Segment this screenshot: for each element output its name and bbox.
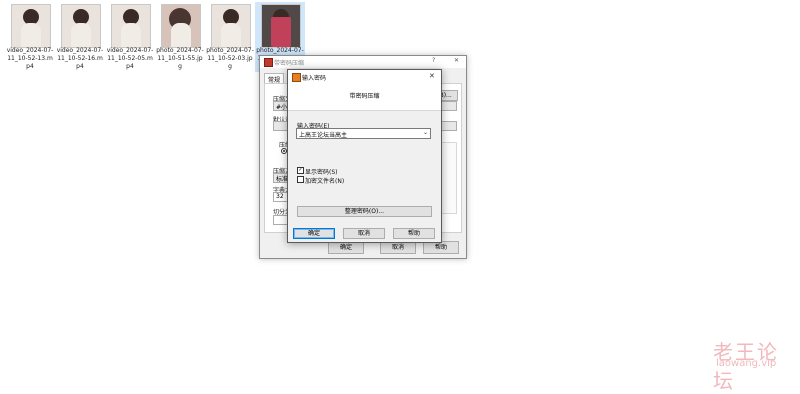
file-name: video_2024-07-11_10-52-16.mp4 xyxy=(56,47,104,70)
file-item[interactable]: photo_2024-07-11_10-52-03.jpg xyxy=(205,2,255,72)
file-item[interactable]: video_2024-07-11_10-52-05.mp4 xyxy=(105,2,155,72)
encrypt-filenames-label: 加密文件名(N) xyxy=(305,178,345,185)
file-item[interactable]: photo_2024-07-11_10-51-55.jpg xyxy=(155,2,205,72)
file-name: video_2024-07-11_10-52-13.mp4 xyxy=(6,47,54,70)
chevron-down-icon[interactable]: ⌄ xyxy=(423,129,428,136)
watermark-url: laowang.vip xyxy=(716,358,777,369)
file-name: video_2024-07-11_10-52-05.mp4 xyxy=(106,47,154,70)
video-thumbnail xyxy=(11,4,51,48)
password-value: 上高王论坛当高主 xyxy=(299,132,348,139)
encrypt-filenames-checkbox[interactable] xyxy=(297,176,304,183)
photo-thumbnail xyxy=(211,4,251,48)
help-button[interactable]: 帮助 xyxy=(393,228,435,239)
password-dialog: 输入密码 ✕ 带密码压缩 输入密码(E) 上高王论坛当高主 ⌄ ✓ 显示密码(S… xyxy=(287,69,442,243)
show-password-label: 显示密码(S) xyxy=(305,169,338,176)
password-dialog-header: 带密码压缩 xyxy=(288,83,441,111)
ok-button[interactable]: 确定 xyxy=(293,228,335,239)
archive-app-icon xyxy=(292,73,301,82)
show-password-checkbox[interactable]: ✓ xyxy=(297,167,304,174)
photo-thumbnail xyxy=(161,4,201,48)
file-name: photo_2024-07-11_10-52-03.jpg xyxy=(206,47,254,70)
compress-dialog-titlebar: 带密码压缩 ? ✕ xyxy=(260,56,466,68)
video-thumbnail xyxy=(111,4,151,48)
file-name: photo_2024-07-11_10-51-55.jpg xyxy=(156,47,204,70)
archive-app-icon xyxy=(264,58,273,67)
password-combobox[interactable]: 上高王论坛当高主 ⌄ xyxy=(296,128,431,139)
video-thumbnail xyxy=(61,4,101,48)
close-icon[interactable]: ✕ xyxy=(454,57,459,64)
cancel-button[interactable]: 取消 xyxy=(343,228,385,239)
close-icon[interactable]: ✕ xyxy=(429,72,435,80)
file-item[interactable]: video_2024-07-11_10-52-13.mp4 xyxy=(5,2,55,72)
password-dialog-titlebar: 输入密码 ✕ xyxy=(288,70,441,83)
compress-dialog-title: 带密码压缩 xyxy=(274,60,305,67)
photo-thumbnail xyxy=(261,4,301,48)
password-dialog-title: 输入密码 xyxy=(302,75,327,82)
help-icon[interactable]: ? xyxy=(432,57,435,64)
manage-passwords-button[interactable]: 整理密码(O)... xyxy=(297,206,432,217)
dict-value: 32 xyxy=(276,193,284,200)
file-item[interactable]: video_2024-07-11_10-52-16.mp4 xyxy=(55,2,105,72)
